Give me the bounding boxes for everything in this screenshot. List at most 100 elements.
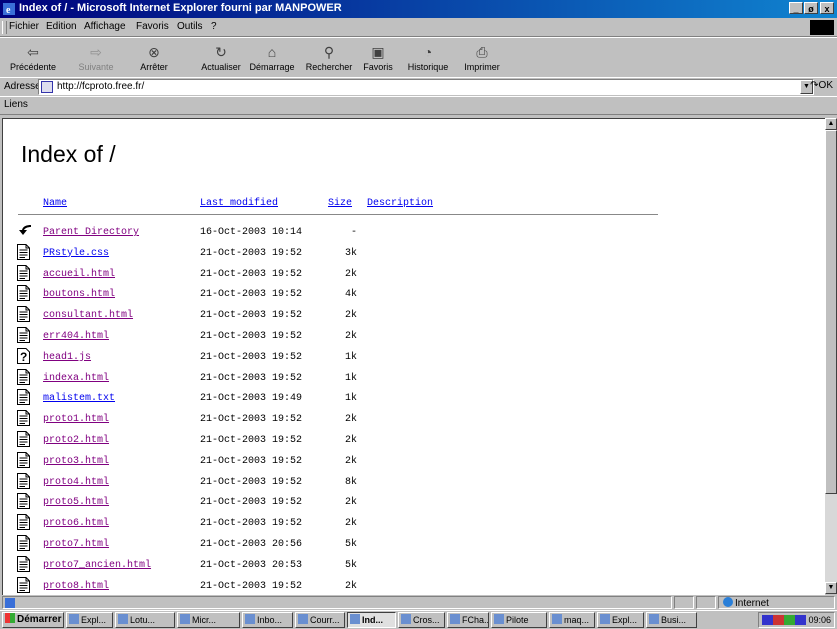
file-link[interactable]: proto7.html xyxy=(43,539,109,550)
app-icon xyxy=(69,614,79,624)
column-size-header[interactable]: Size xyxy=(328,198,352,209)
history-button[interactable]: ◔ Historique xyxy=(404,42,452,74)
title-bar: e Index of / - Microsoft Internet Explor… xyxy=(0,0,837,18)
scroll-thumb[interactable] xyxy=(825,130,837,494)
text-file-icon[interactable] xyxy=(17,264,30,281)
file-link[interactable]: accueil.html xyxy=(43,269,115,280)
column-description-header[interactable]: Description xyxy=(367,198,433,209)
file-size: 2k xyxy=(344,268,357,280)
taskbar-button[interactable]: FCha... xyxy=(447,612,489,628)
taskbar-button[interactable]: Ind... xyxy=(347,612,396,628)
file-link[interactable]: PRstyle.css xyxy=(43,248,109,259)
taskbar-button[interactable]: Cros... xyxy=(398,612,445,628)
svg-text:e: e xyxy=(6,5,11,16)
maximize-button[interactable]: ø xyxy=(804,2,818,14)
column-name-header[interactable]: Name xyxy=(43,198,67,209)
app-icon xyxy=(298,614,308,624)
file-link[interactable]: proto8.html xyxy=(43,581,109,592)
address-url[interactable]: http://fcproto.free.fr/ xyxy=(57,81,144,92)
text-file-icon[interactable] xyxy=(17,472,30,489)
taskbar: Démarrer Expl... Lotu... Micr... Inbo... Cou… xyxy=(0,610,837,629)
taskbar-button[interactable]: Busi... xyxy=(646,612,697,628)
text-file-icon[interactable] xyxy=(17,535,30,551)
file-link[interactable]: err404.html xyxy=(43,331,109,342)
file-modified: 21-Oct-2003 19:52 xyxy=(200,580,303,592)
file-link[interactable]: proto1.html xyxy=(43,414,109,425)
text-file-icon[interactable] xyxy=(17,514,30,531)
forward-button[interactable]: ⇨ Suivante xyxy=(68,42,124,74)
menu-grip[interactable] xyxy=(2,21,7,34)
file-link[interactable]: indexa.html xyxy=(43,373,109,384)
go-button[interactable]: ↷OK xyxy=(810,80,833,91)
text-file-icon[interactable] xyxy=(17,555,30,572)
links-label[interactable]: Liens xyxy=(4,99,28,110)
file-link[interactable]: proto5.html xyxy=(43,497,109,508)
start-button[interactable]: Démarrer xyxy=(2,612,64,628)
text-file-icon[interactable] xyxy=(17,306,30,323)
stop-button[interactable]: ⊗ Arrêter xyxy=(132,42,176,74)
text-file-icon[interactable] xyxy=(17,431,30,447)
list-item: indexa.html 21-Oct-2003 19:52 1k xyxy=(17,368,657,389)
file-link[interactable]: Parent Directory xyxy=(43,227,139,238)
refresh-button[interactable]: ↻ Actualiser xyxy=(196,42,246,74)
taskbar-button[interactable]: Expl... xyxy=(66,612,113,628)
taskbar-button[interactable]: Micr... xyxy=(177,612,240,628)
address-input[interactable]: http://fcproto.free.fr/ ▼ xyxy=(38,79,814,95)
file-link[interactable]: proto3.html xyxy=(43,456,109,467)
file-link[interactable]: proto7_ancien.html xyxy=(43,560,151,571)
column-modified-header[interactable]: Last modified xyxy=(200,198,278,209)
text-file-icon[interactable] xyxy=(17,410,30,427)
menu-bar: Fichier Edition Affichage Favoris Outils… xyxy=(0,19,837,37)
taskbar-button[interactable]: Courr... xyxy=(295,612,345,628)
home-button[interactable]: ⌂ Démarrage xyxy=(246,42,298,74)
unknown-file-icon[interactable]: ? xyxy=(17,347,30,364)
minimize-button[interactable]: _ xyxy=(789,2,803,14)
text-file-icon[interactable] xyxy=(17,327,30,343)
search-button[interactable]: ⚲ Rechercher xyxy=(301,42,357,74)
text-file-icon[interactable] xyxy=(17,243,30,260)
back-folder-icon[interactable] xyxy=(17,223,31,239)
list-item: err404.html 21-Oct-2003 19:52 2k xyxy=(17,327,657,347)
close-button[interactable]: x xyxy=(820,2,834,14)
file-size: 3k xyxy=(344,247,357,259)
tray-icons[interactable] xyxy=(762,615,806,625)
file-link[interactable]: head1.js xyxy=(43,352,91,363)
menu-edition[interactable]: Edition xyxy=(46,21,77,32)
app-icon xyxy=(118,614,128,624)
file-link[interactable]: proto6.html xyxy=(43,518,109,529)
list-item: proto3.html 21-Oct-2003 19:52 2k xyxy=(17,451,657,472)
back-button[interactable]: ⇦ Précédente xyxy=(4,42,62,74)
scroll-down-icon[interactable]: ▼ xyxy=(825,582,837,594)
file-modified: 21-Oct-2003 19:49 xyxy=(200,393,303,405)
menu-fichier[interactable]: Fichier xyxy=(9,21,39,32)
file-link[interactable]: proto2.html xyxy=(43,435,109,446)
menu-help[interactable]: ? xyxy=(211,21,217,32)
taskbar-button[interactable]: maq... xyxy=(549,612,595,628)
vertical-scrollbar[interactable]: ▲ ▼ xyxy=(825,118,837,594)
scroll-up-icon[interactable]: ▲ xyxy=(825,118,837,130)
file-link[interactable]: consultant.html xyxy=(43,310,133,321)
file-link[interactable]: proto4.html xyxy=(43,477,109,488)
print-button[interactable]: ⎙ Imprimer xyxy=(460,42,504,74)
text-file-icon[interactable] xyxy=(17,493,30,510)
home-icon: ⌂ xyxy=(267,44,277,60)
taskbar-button[interactable]: Lotu... xyxy=(115,612,175,628)
text-file-icon[interactable] xyxy=(17,451,30,468)
file-size: 5k xyxy=(344,539,357,550)
taskbar-button[interactable]: Expl... xyxy=(597,612,644,628)
file-modified: 21-Oct-2003 19:52 xyxy=(200,435,303,446)
favorites-button[interactable]: ▣ Favoris xyxy=(359,42,397,74)
menu-favoris[interactable]: Favoris xyxy=(136,21,169,32)
file-size: 2k xyxy=(344,455,357,467)
text-file-icon[interactable] xyxy=(17,285,30,302)
file-link[interactable]: malistem.txt xyxy=(43,393,115,404)
menu-outils[interactable]: Outils xyxy=(177,21,203,32)
menu-affichage[interactable]: Affichage xyxy=(84,21,126,32)
header-divider xyxy=(18,214,658,215)
text-file-icon[interactable] xyxy=(17,576,30,593)
taskbar-button[interactable]: Pilote xyxy=(491,612,547,628)
text-file-icon[interactable] xyxy=(17,368,30,385)
text-file-icon[interactable] xyxy=(17,389,30,406)
taskbar-button[interactable]: Inbo... xyxy=(242,612,293,628)
file-link[interactable]: boutons.html xyxy=(43,289,115,300)
